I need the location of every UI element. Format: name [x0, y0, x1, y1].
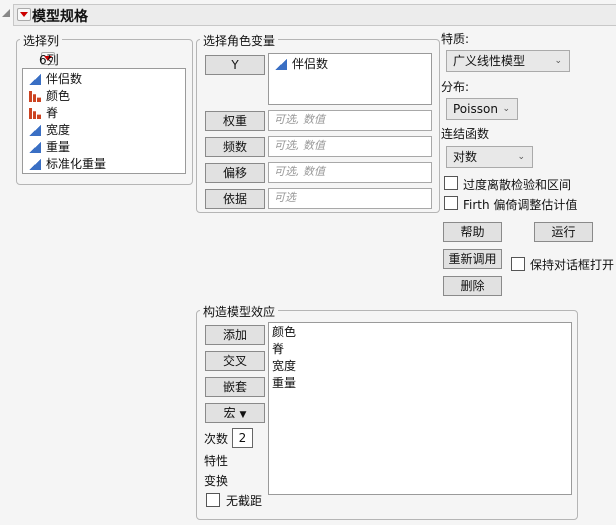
column-name: 脊: [46, 106, 59, 120]
firth-label: Firth 偏倚调整估计值: [463, 198, 578, 212]
cross-button[interactable]: 交叉: [205, 351, 265, 371]
column-name: 伴侣数: [46, 72, 83, 86]
keep-open-label: 保持对话框打开: [530, 258, 615, 272]
degree-label: 次数: [204, 432, 229, 446]
transform-label: 变换: [204, 474, 229, 488]
column-count: 6列: [39, 53, 59, 67]
triangle-down-icon: ▼: [239, 410, 247, 420]
overdispersion-checkbox[interactable]: [444, 176, 458, 190]
y-role-item[interactable]: 伴侣数: [275, 56, 328, 73]
column-item[interactable]: 标准化重量: [29, 156, 106, 173]
y-button[interactable]: Y: [205, 55, 265, 75]
by-field[interactable]: 可选: [268, 188, 432, 209]
run-button[interactable]: 运行: [534, 222, 593, 242]
y-role-list[interactable]: 伴侣数: [268, 53, 432, 105]
degree-field[interactable]: 2: [232, 428, 253, 448]
effects-label: 构造模型效应: [200, 303, 279, 320]
freq-button[interactable]: 频数: [205, 137, 265, 157]
recall-button[interactable]: 重新调用: [443, 249, 502, 269]
red-triangle-menu-icon[interactable]: [17, 8, 31, 21]
no-intercept-label: 无截距: [226, 494, 263, 508]
section-header: [13, 4, 616, 26]
column-name: 宽度: [46, 123, 71, 137]
disclosure-icon[interactable]: [2, 9, 10, 17]
section-title: 模型规格: [32, 9, 88, 25]
column-item[interactable]: 伴侣数: [29, 71, 82, 88]
nominal-icon: [29, 91, 41, 102]
roles-label: 选择角色变量: [200, 32, 279, 49]
column-item[interactable]: 重量: [29, 139, 70, 156]
by-button[interactable]: 依据: [205, 189, 265, 209]
effect-item[interactable]: 脊: [272, 341, 284, 358]
chevron-down-icon: ⌄: [502, 104, 510, 114]
continuous-icon: [29, 142, 41, 153]
continuous-icon: [29, 125, 41, 136]
add-button[interactable]: 添加: [205, 325, 265, 345]
column-item[interactable]: 颜色: [29, 88, 70, 105]
macros-button[interactable]: 宏 ▼: [205, 403, 265, 423]
distribution-label: 分布:: [441, 80, 470, 94]
continuous-icon: [29, 74, 41, 85]
column-item[interactable]: 宽度: [29, 122, 70, 139]
personality-label: 特质:: [441, 32, 470, 46]
chevron-down-icon: ⌄: [517, 152, 525, 162]
remove-button[interactable]: 删除: [443, 276, 502, 296]
effect-item[interactable]: 宽度: [272, 358, 296, 375]
freq-field[interactable]: 可选, 数值: [268, 136, 432, 157]
continuous-icon: [29, 159, 41, 170]
weight-button[interactable]: 权重: [205, 111, 265, 131]
firth-checkbox[interactable]: [444, 196, 458, 210]
link-label: 连结函数: [441, 127, 490, 141]
keep-open-checkbox[interactable]: [511, 257, 525, 271]
nest-button[interactable]: 嵌套: [205, 377, 265, 397]
continuous-icon: [275, 59, 287, 70]
column-list[interactable]: 伴侣数 颜色 脊 宽度 重量 标准化重量: [22, 68, 186, 174]
distribution-dropdown[interactable]: Poisson ⌄: [446, 98, 518, 120]
nominal-icon: [29, 108, 41, 119]
weight-field[interactable]: 可选, 数值: [268, 110, 432, 131]
column-item[interactable]: 脊: [29, 105, 58, 122]
column-name: 标准化重量: [46, 157, 107, 171]
personality-value: 广义线性模型: [453, 54, 526, 68]
link-dropdown[interactable]: 对数 ⌄: [446, 146, 533, 168]
column-name: 颜色: [46, 89, 71, 103]
effects-list[interactable]: 颜色 脊 宽度 重量: [268, 322, 572, 495]
offset-button[interactable]: 偏移: [205, 163, 265, 183]
overdispersion-label: 过度离散检验和区间: [463, 178, 572, 192]
column-name: 重量: [46, 140, 71, 154]
link-value: 对数: [453, 150, 478, 164]
distribution-value: Poisson: [453, 102, 498, 116]
y-role-value: 伴侣数: [292, 57, 329, 71]
offset-field[interactable]: 可选, 数值: [268, 162, 432, 183]
select-columns-label: 选择列: [20, 32, 63, 49]
chevron-down-icon: ⌄: [554, 56, 562, 66]
help-button[interactable]: 帮助: [443, 222, 502, 242]
effect-item[interactable]: 重量: [272, 375, 296, 392]
personality-dropdown[interactable]: 广义线性模型 ⌄: [446, 50, 570, 72]
effect-item[interactable]: 颜色: [272, 324, 296, 341]
macros-label: 宏: [223, 406, 236, 420]
attributes-label: 特性: [204, 454, 229, 468]
no-intercept-checkbox[interactable]: [206, 493, 220, 507]
